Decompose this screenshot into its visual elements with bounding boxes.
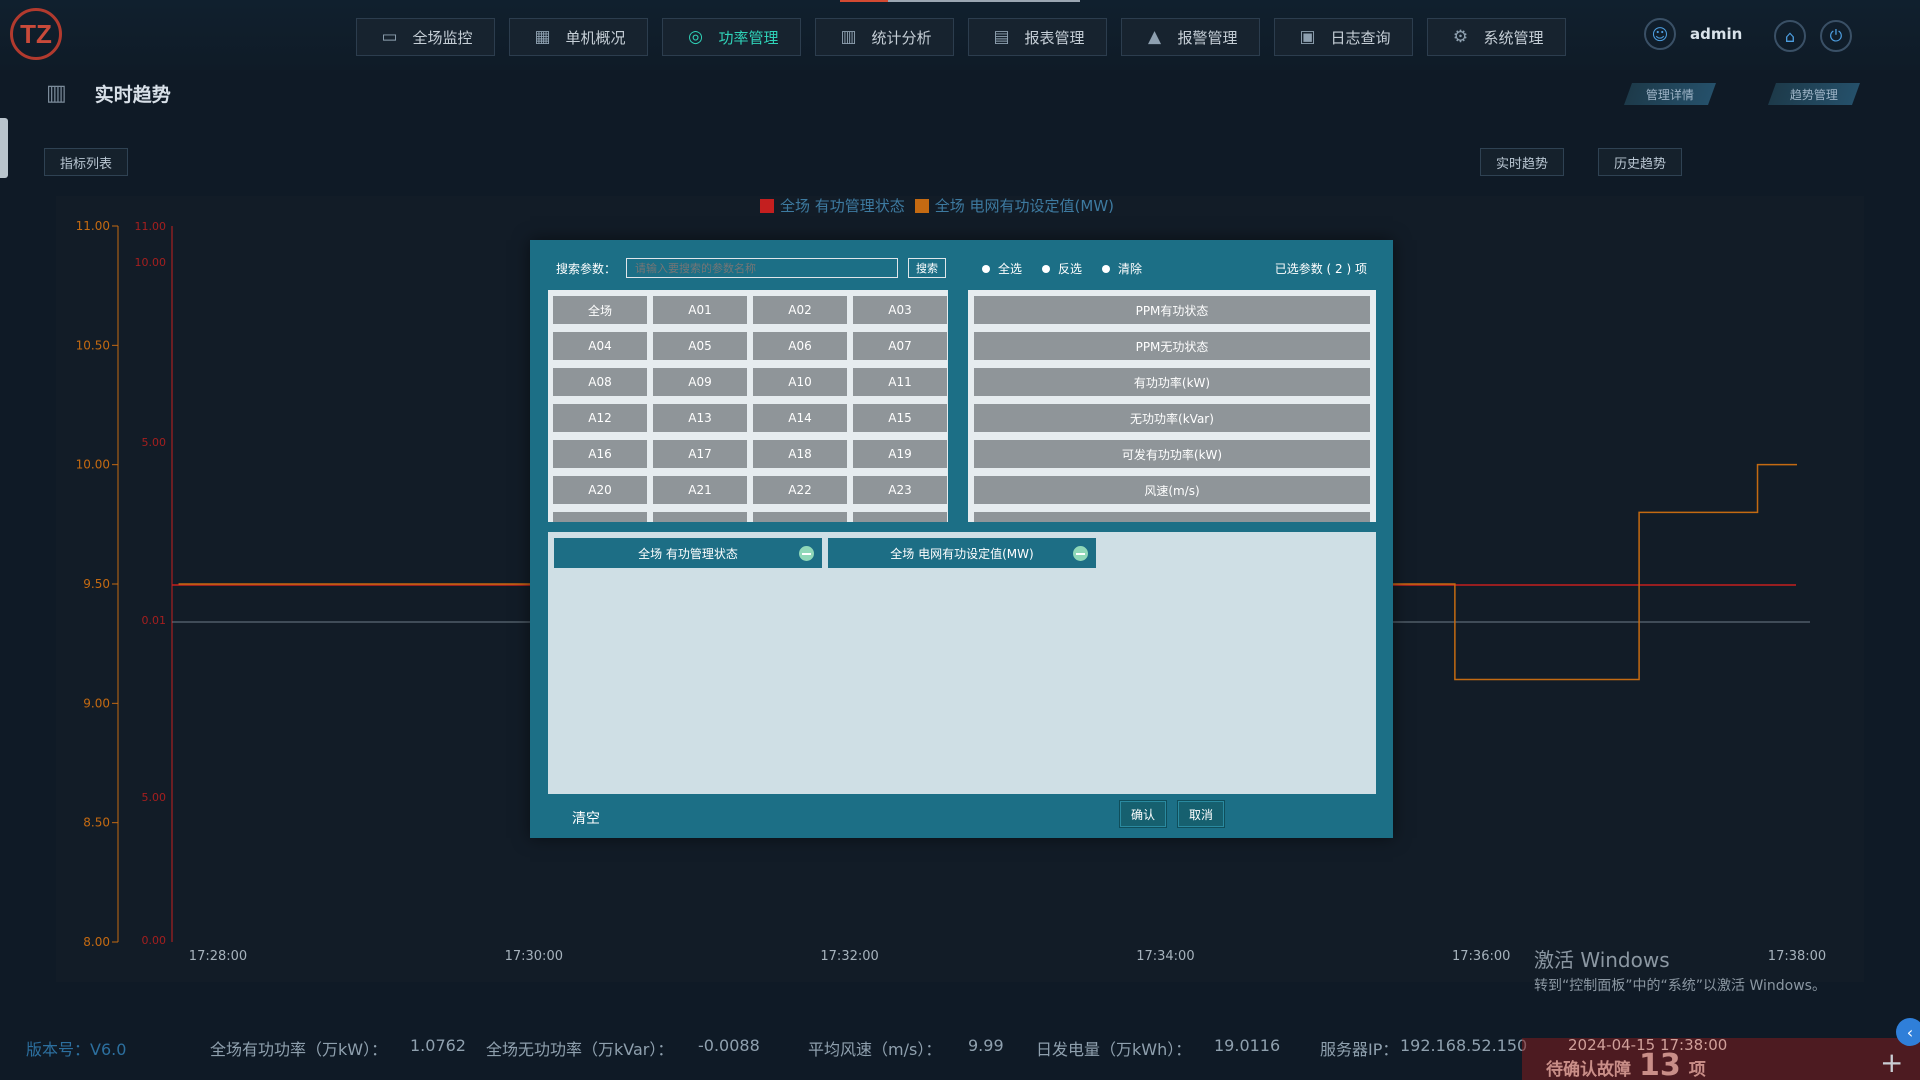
unit-cell[interactable]: A06 — [753, 332, 847, 360]
radio-dot — [1102, 264, 1111, 273]
unit-grid: 全场 A01 A02 A03 A04 A05 A06 A07 A08 A09 A10 A11 A12 A1… — [553, 296, 948, 522]
windows-activation-watermark: 激活 Windows 转到“控制面板”中的“系统”以激活 Windows。 — [1534, 948, 1826, 994]
daily-energy-label: 日发电量（万kWh）： — [1036, 1040, 1192, 1059]
unit-cell[interactable]: A07 — [853, 332, 947, 360]
server-ip-value: 192.168.52.150 — [1400, 1036, 1528, 1055]
unit-cell[interactable]: A04 — [553, 332, 647, 360]
radio-select-all[interactable]: 全选 — [982, 260, 1022, 277]
plus-icon[interactable]: + — [1880, 1046, 1903, 1079]
unit-cell[interactable]: A19 — [853, 440, 947, 468]
unit-cell[interactable]: A10 — [753, 368, 847, 396]
chevron-left-icon[interactable]: ‹ — [1896, 1018, 1920, 1046]
daily-energy-value: 19.0116 — [1214, 1036, 1281, 1055]
y-left-tick-label: 8.00 — [83, 935, 110, 949]
search-input[interactable] — [626, 258, 899, 278]
radio-dot — [1042, 264, 1051, 273]
selected-param-chip[interactable]: 全场 电网有功设定值(MW) — [828, 538, 1096, 568]
radio-clear[interactable]: 清除 — [1102, 260, 1142, 277]
selected-params-panel: 全场 有功管理状态 全场 电网有功设定值(MW) — [548, 532, 1376, 794]
search-button[interactable]: 搜索 — [908, 258, 947, 278]
unit-cell[interactable]: A15 — [853, 404, 947, 432]
unit-cell[interactable]: A20 — [553, 476, 647, 504]
y-left-tick-label: 11.00 — [76, 219, 110, 233]
metric-item[interactable]: 可发有功功率(kW) — [974, 440, 1370, 468]
unit-cell[interactable]: A09 — [653, 368, 747, 396]
metric-list: PPM有功状态 PPM无功状态 有功功率(kW) 无功功率(kVar) 可发有功功率(k… — [974, 296, 1370, 522]
unit-cell[interactable]: A01 — [653, 296, 747, 324]
server-ip-label: 服务器IP： — [1320, 1040, 1399, 1059]
unit-cell[interactable]: A18 — [753, 440, 847, 468]
search-label: 搜索参数： — [556, 261, 617, 276]
pending-fault-text[interactable]: 待确认故障 13 项 — [1546, 1048, 1706, 1080]
metric-item[interactable]: PPM有功状态 — [974, 296, 1370, 324]
remove-icon[interactable] — [799, 546, 814, 561]
y-right-tick-label: 0.01 — [142, 614, 167, 627]
x-tick-label: 17:30:00 — [505, 949, 563, 964]
unit-cell[interactable]: A16 — [553, 440, 647, 468]
unit-cell[interactable]: A14 — [753, 404, 847, 432]
unit-list-panel[interactable]: 全场 A01 A02 A03 A04 A05 A06 A07 A08 A09 A10 A11 A12 A1… — [548, 290, 948, 522]
selection-radios: 全选 反选 清除 — [982, 260, 1142, 277]
x-tick-label: 17:28:00 — [189, 949, 247, 964]
reactive-power-label: 全场无功功率（万kVar）： — [486, 1040, 674, 1059]
active-power-value: 1.0762 — [410, 1036, 466, 1055]
unit-cell[interactable]: A22 — [753, 476, 847, 504]
selected-param-chip[interactable]: 全场 有功管理状态 — [554, 538, 822, 568]
confirm-button[interactable]: 确认 — [1119, 800, 1167, 828]
x-tick-label: 17:32:00 — [820, 949, 878, 964]
unit-cell[interactable] — [753, 512, 847, 522]
unit-cell[interactable]: A03 — [853, 296, 947, 324]
y-right-tick-label: 10.00 — [135, 256, 167, 269]
radio-dot — [982, 264, 990, 273]
search-row: 搜索参数： 搜索 — [556, 258, 947, 278]
radio-invert[interactable]: 反选 — [1042, 260, 1082, 277]
wind-speed-value: 9.99 — [968, 1036, 1004, 1055]
unit-cell[interactable]: 全场 — [553, 296, 647, 324]
y-left-tick-label: 9.00 — [83, 696, 110, 710]
version-text: 版本号：V6.0 — [26, 1040, 127, 1059]
selected-count: 已选参数 ( 2 ) 项 — [1274, 262, 1367, 276]
y-left-tick-label: 8.50 — [83, 816, 110, 830]
unit-cell[interactable]: A21 — [653, 476, 747, 504]
unit-cell[interactable]: A13 — [653, 404, 747, 432]
fault-count: 13 — [1639, 1048, 1681, 1080]
unit-cell[interactable]: A11 — [853, 368, 947, 396]
metric-item[interactable]: 无功功率(kVar) — [974, 404, 1370, 432]
parameter-select-dialog: 搜索参数： 搜索 全选 反选 清除 已选参数 ( 2 ) 项 全场A01A02A… — [530, 240, 1393, 838]
y-right-tick-label: 0.00 — [142, 934, 167, 947]
unit-cell[interactable] — [653, 512, 747, 522]
y-right-tick-label: 5.00 — [142, 436, 167, 449]
active-power-label: 全场有功功率（万kW）： — [210, 1040, 388, 1059]
y-right-tick-label: 5.00 — [142, 791, 167, 804]
metric-item[interactable]: 有功功率(kW) — [974, 368, 1370, 396]
y-left-tick-label: 9.50 — [83, 577, 110, 591]
y-left-tick-label: 10.50 — [76, 338, 110, 352]
y-left-tick-label: 10.00 — [76, 458, 110, 472]
remove-icon[interactable] — [1073, 546, 1088, 561]
reactive-power-value: -0.0088 — [698, 1036, 760, 1055]
x-tick-label: 17:36:00 — [1452, 949, 1510, 964]
wind-speed-label: 平均风速（m/s）： — [808, 1040, 942, 1059]
unit-cell[interactable] — [553, 512, 647, 522]
unit-cell[interactable]: A02 — [753, 296, 847, 324]
unit-cell[interactable]: A12 — [553, 404, 647, 432]
metric-list-panel[interactable]: PPM有功状态 PPM无功状态 有功功率(kW) 无功功率(kVar) 可发有功功率(k… — [968, 290, 1376, 522]
x-tick-label: 17:34:00 — [1136, 949, 1194, 964]
metric-item[interactable]: PPM无功状态 — [974, 332, 1370, 360]
unit-cell[interactable]: A05 — [653, 332, 747, 360]
clear-all-button[interactable]: 清空 — [572, 808, 600, 828]
y-right-tick-label: 11.00 — [135, 220, 167, 233]
unit-cell[interactable]: A23 — [853, 476, 947, 504]
unit-cell[interactable]: A08 — [553, 368, 647, 396]
unit-cell[interactable] — [853, 512, 947, 522]
unit-cell[interactable]: A17 — [653, 440, 747, 468]
metric-item[interactable] — [974, 512, 1370, 522]
cancel-button[interactable]: 取消 — [1177, 800, 1225, 828]
metric-item[interactable]: 风速(m/s) — [974, 476, 1370, 504]
